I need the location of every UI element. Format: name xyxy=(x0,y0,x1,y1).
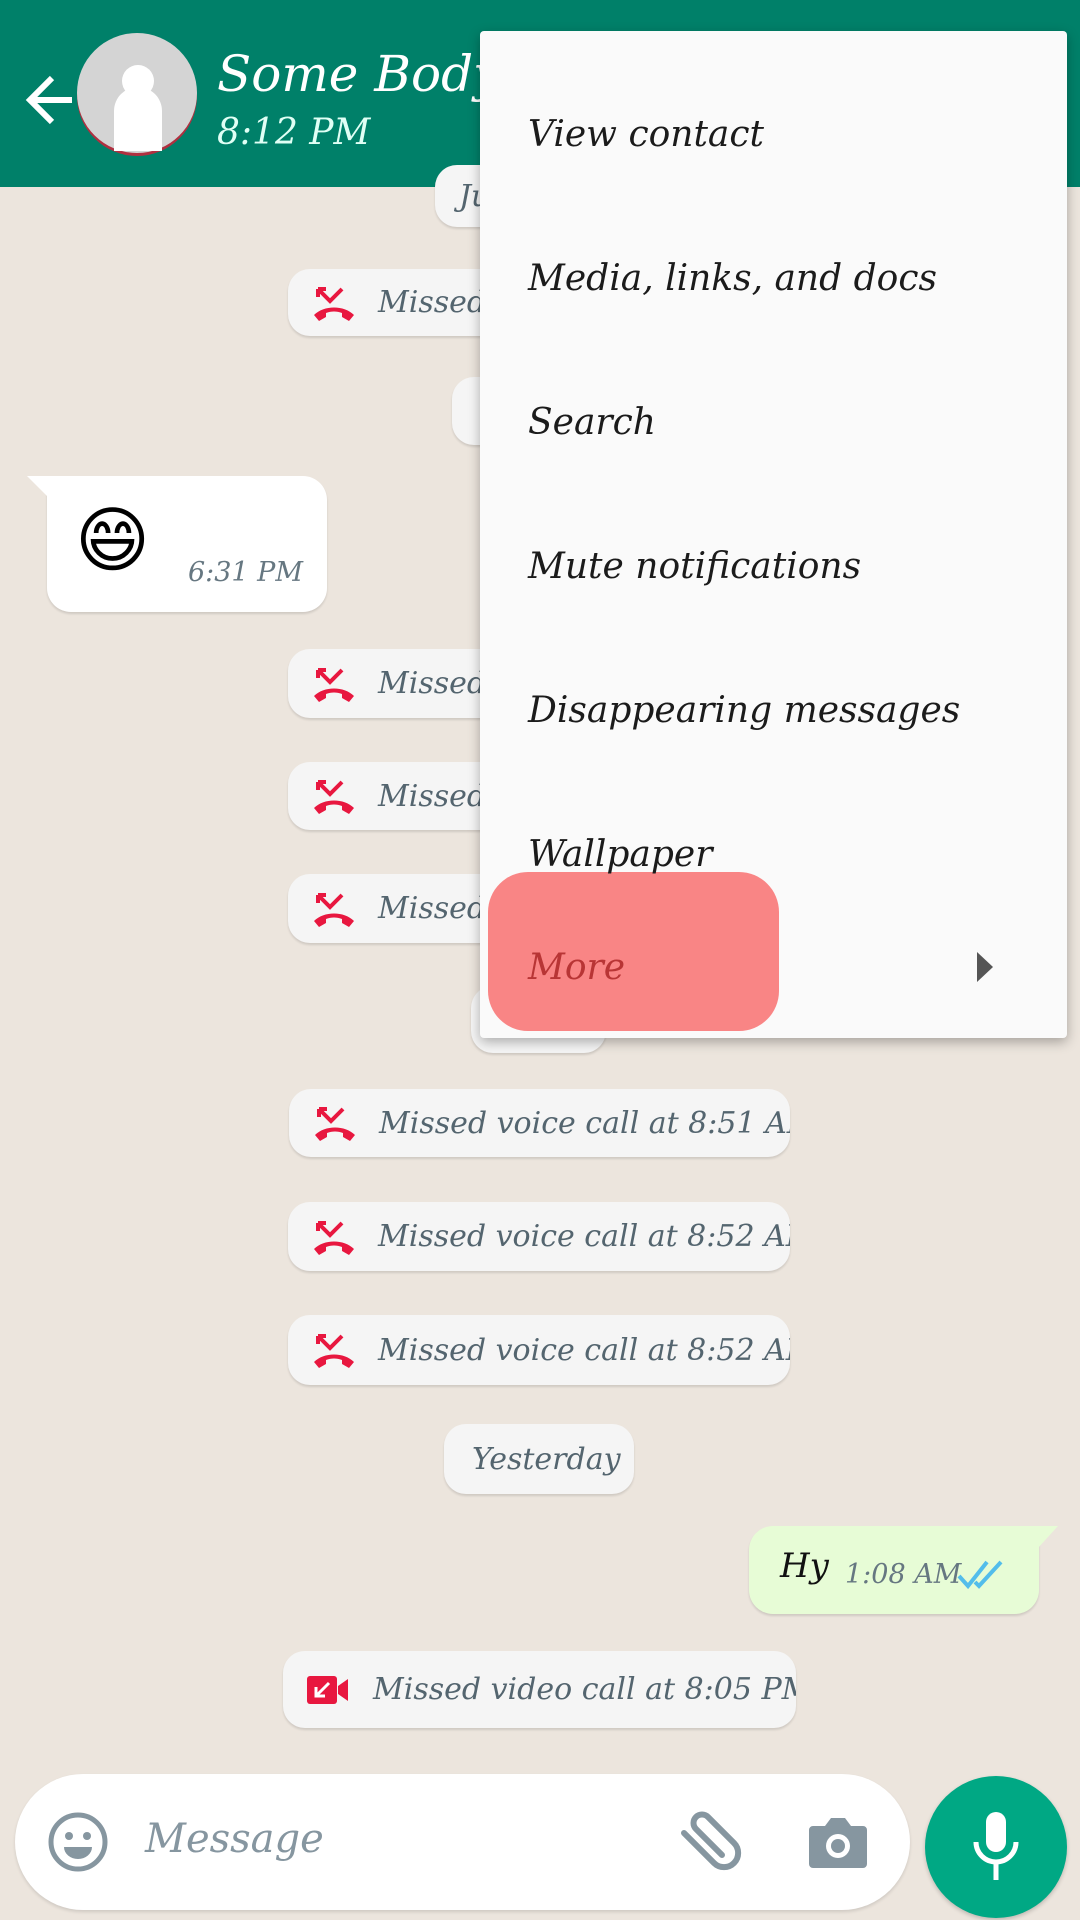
missed-call-icon xyxy=(314,667,354,702)
missed-call-icon xyxy=(314,780,354,814)
message-text: Hy xyxy=(780,1546,829,1586)
chip-text: Missed video call at 8:05 PM xyxy=(373,1672,796,1707)
missed-call-chip: Missed voice call at 8:52 AM xyxy=(288,1202,790,1271)
date-chip: Yesterday xyxy=(444,1424,634,1494)
double-check-icon xyxy=(957,1560,1003,1590)
missed-call-chip: Missed voice call at 8:51 AM xyxy=(289,1089,790,1157)
chip-text: Missed voice call at 8:51 AM xyxy=(379,1105,790,1141)
missed-call-icon xyxy=(314,1220,354,1255)
missed-call-icon xyxy=(314,286,354,321)
bubble-tail xyxy=(1038,1526,1058,1548)
person-icon xyxy=(114,65,162,151)
emoji-icon[interactable] xyxy=(46,1810,110,1874)
contact-name[interactable]: Some Body xyxy=(217,45,501,103)
message-input[interactable]: Message xyxy=(145,1816,324,1862)
submenu-arrow-icon xyxy=(977,952,993,982)
chip-text: Yesterday xyxy=(472,1441,621,1477)
voice-record-button[interactable] xyxy=(925,1776,1067,1918)
missed-call-chip: Missed voice call at 8:52 AM xyxy=(288,1315,790,1385)
bubble-tail xyxy=(27,476,51,500)
incoming-message[interactable]: 😄 6:31 PM xyxy=(47,476,327,612)
message-input-bar: Message xyxy=(15,1774,910,1910)
last-seen: 8:12 PM xyxy=(217,112,371,153)
menu-item-mute[interactable]: Mute notifications xyxy=(480,494,1067,638)
menu-item-disappearing[interactable]: Disappearing messages xyxy=(480,638,1067,782)
back-arrow-icon[interactable] xyxy=(22,70,78,130)
menu-item-media[interactable]: Media, links, and docs xyxy=(480,206,1067,350)
message-time: 6:31 PM xyxy=(187,557,303,588)
chip-text: Missed voice call at 8:52 AM xyxy=(378,1219,790,1254)
missed-video-call-icon xyxy=(307,1675,348,1704)
message-time: 1:08 AM xyxy=(845,1559,962,1590)
missed-call-icon xyxy=(314,1334,354,1368)
chip-text: Missed xyxy=(378,666,487,701)
chip-text: Missed xyxy=(378,891,487,926)
overflow-menu: View contact Media, links, and docs Sear… xyxy=(480,31,1067,1038)
chip-text: Missed xyxy=(378,285,487,320)
missed-call-icon xyxy=(314,892,354,927)
chip-text: Missed xyxy=(378,778,487,814)
menu-item-view-contact[interactable]: View contact xyxy=(480,62,1067,206)
missed-call-icon xyxy=(315,1107,355,1141)
missed-video-call-chip: Missed video call at 8:05 PM xyxy=(283,1651,796,1728)
microphone-icon xyxy=(973,1812,1019,1880)
attach-icon[interactable] xyxy=(672,1809,742,1875)
outgoing-message[interactable]: Hy 1:08 AM xyxy=(749,1526,1039,1614)
menu-item-search[interactable]: Search xyxy=(480,350,1067,494)
chip-text: Missed voice call at 8:52 AM xyxy=(378,1332,790,1368)
camera-icon[interactable] xyxy=(807,1814,869,1870)
grinning-emoji: 😄 xyxy=(75,498,151,582)
avatar[interactable] xyxy=(77,33,197,153)
menu-item-label: More xyxy=(528,946,626,988)
